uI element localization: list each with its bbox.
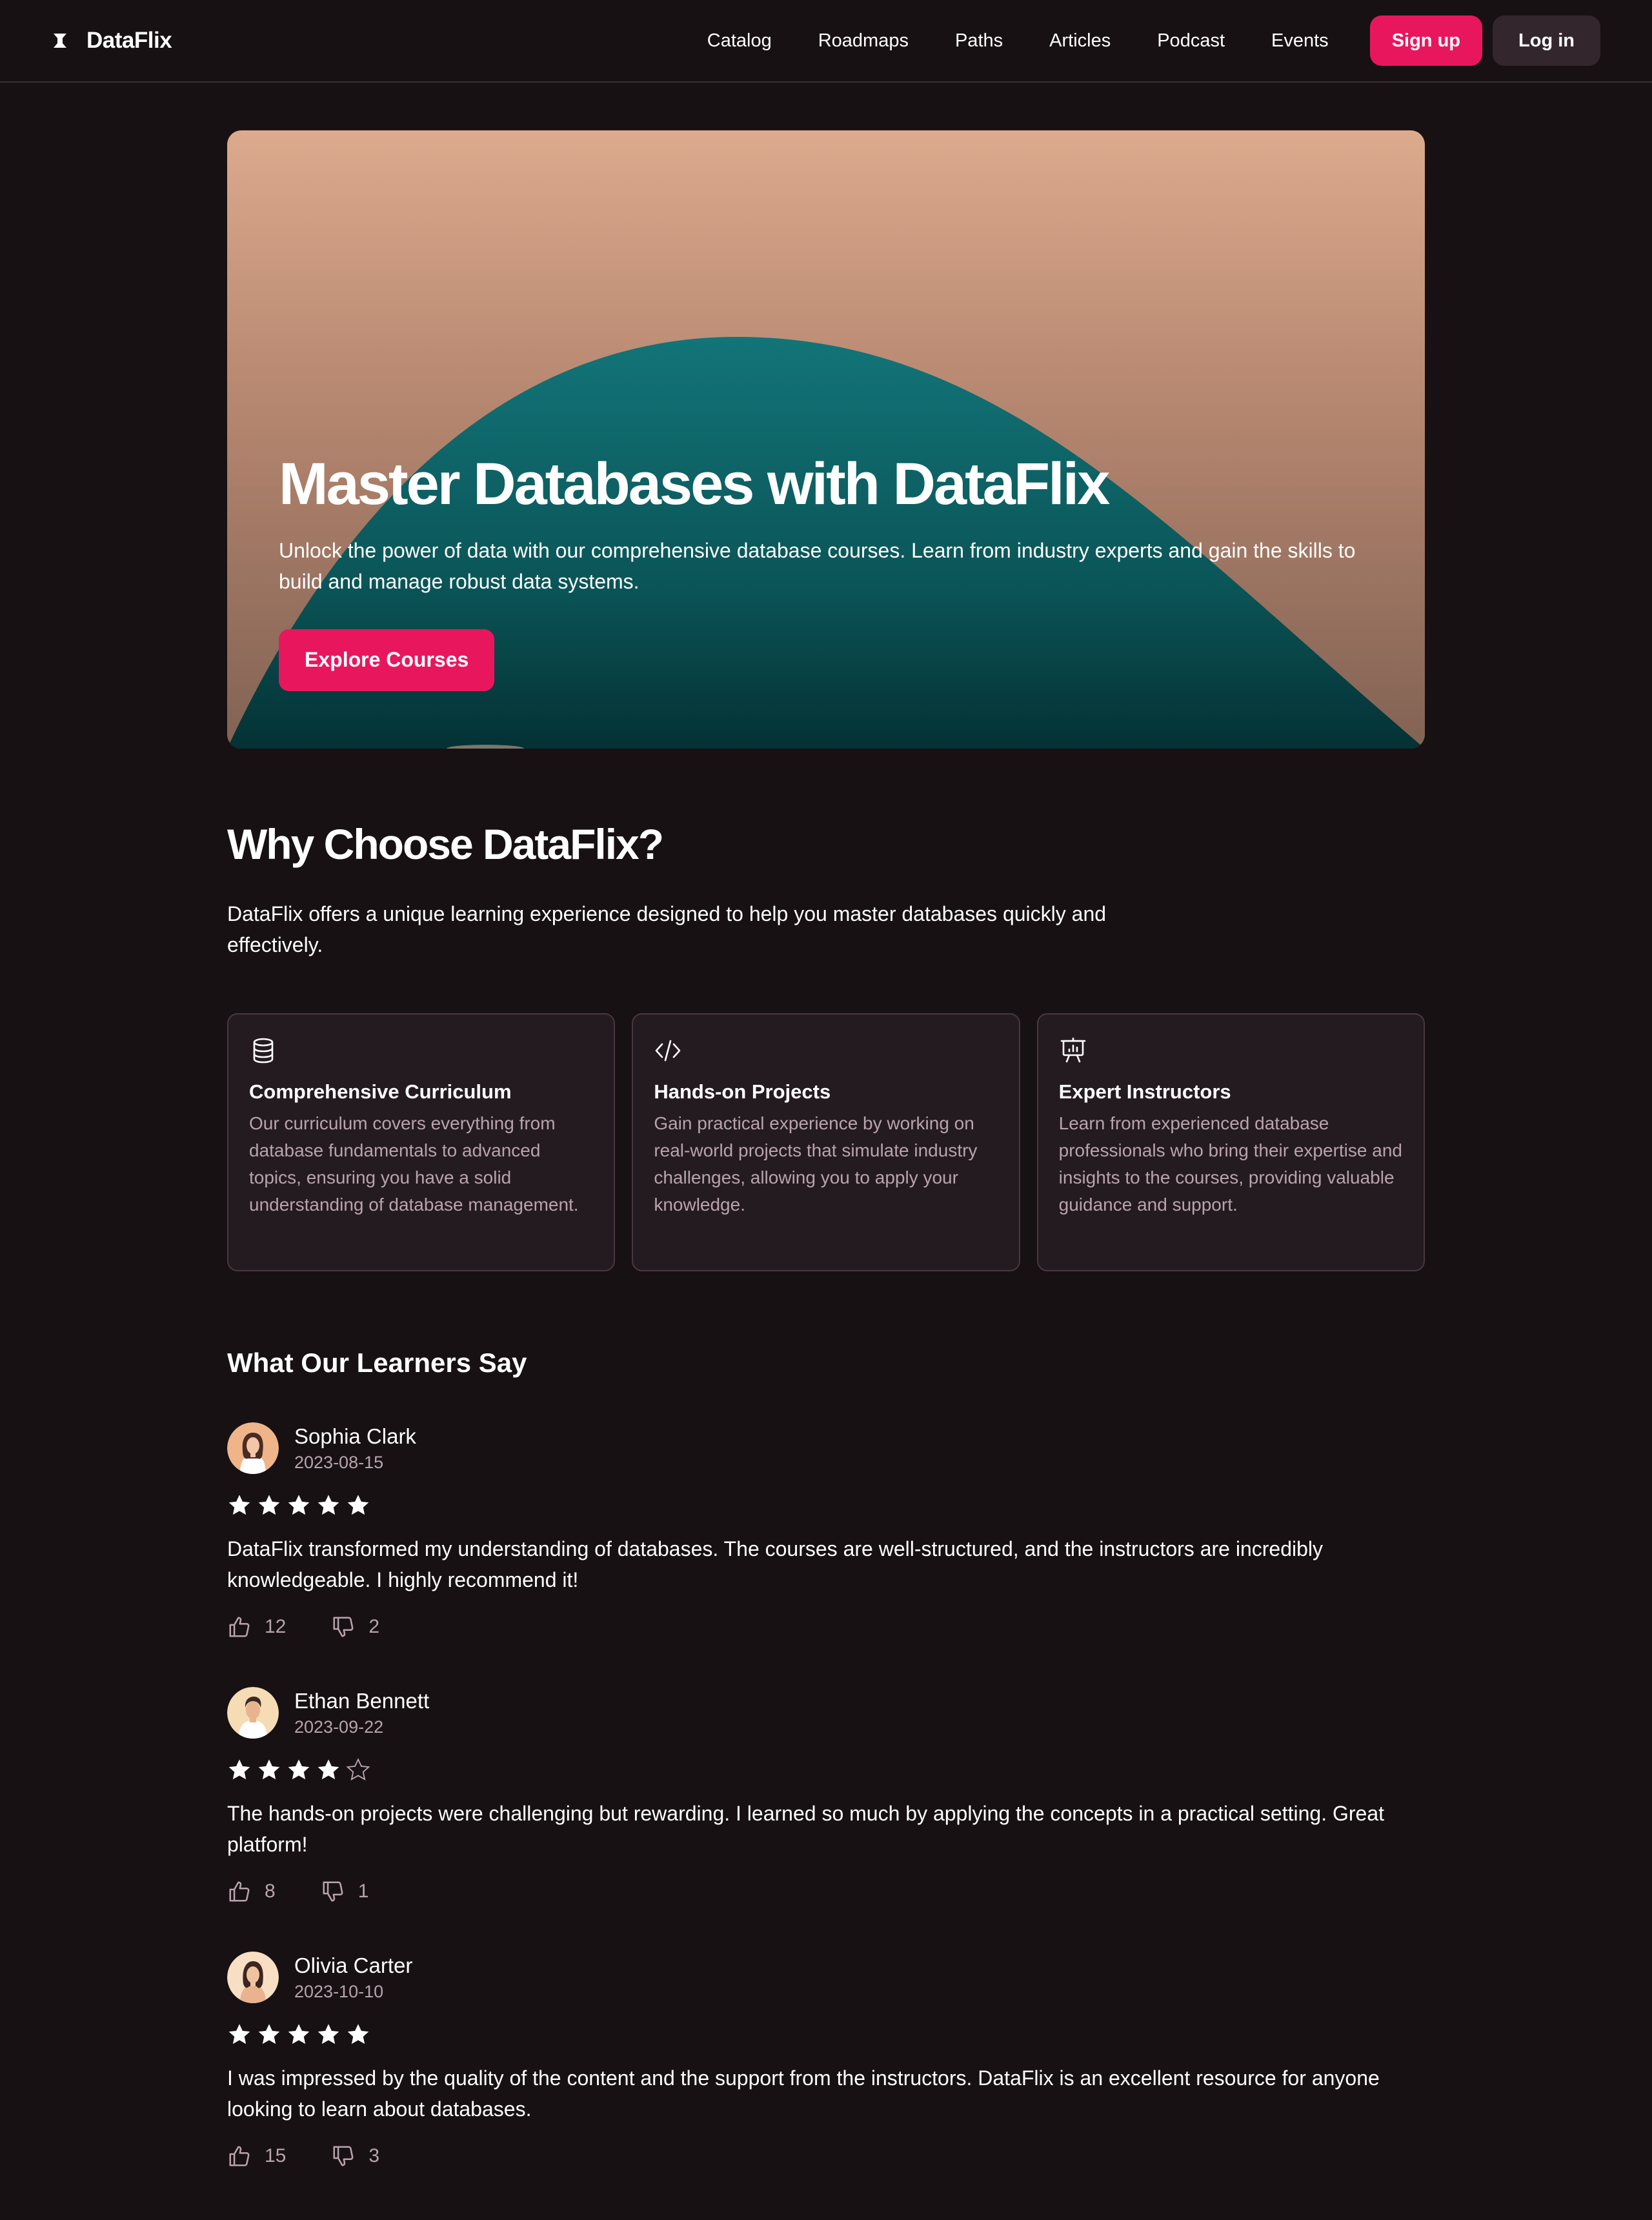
review-date: 2023-10-10 xyxy=(294,1982,384,2001)
like-button[interactable]: 12 xyxy=(227,1615,286,1639)
signup-button[interactable]: Sign up xyxy=(1369,15,1483,66)
main-nav: Catalog Roadmaps Paths Articles Podcast … xyxy=(707,15,1600,66)
review-votes: 8 1 xyxy=(227,1879,1425,1904)
nav-link-events[interactable]: Events xyxy=(1271,30,1329,52)
explore-courses-button[interactable]: Explore Courses xyxy=(279,629,495,691)
like-count: 8 xyxy=(265,1881,276,1902)
dislike-count: 1 xyxy=(358,1881,369,1902)
review-header: Sophia Clark 2023-08-15 xyxy=(227,1422,1425,1474)
star-filled-icon xyxy=(347,2024,369,2044)
review-card: Ethan Bennett 2023-09-22 The hands-on pr… xyxy=(227,1687,1425,1904)
review-header: Olivia Carter 2023-10-10 xyxy=(227,1952,1425,2003)
site-header: DataFlix Catalog Roadmaps Paths Articles… xyxy=(0,0,1652,83)
review-text: I was impressed by the quality of the co… xyxy=(227,2066,1380,2121)
hero-title: Master Databases with DataFlix xyxy=(279,451,1110,517)
thumbs-up-icon xyxy=(229,2146,250,2166)
database-icon xyxy=(253,1038,274,1064)
review-card: Olivia Carter 2023-10-10 I was impressed… xyxy=(227,1952,1425,2168)
review-date: 2023-08-15 xyxy=(294,1453,384,1472)
hourglass-logo-icon xyxy=(54,34,66,48)
star-filled-icon xyxy=(317,1495,339,1515)
reviews-title: What Our Learners Say xyxy=(227,1347,527,1378)
nav-link-podcast[interactable]: Podcast xyxy=(1157,30,1225,52)
feature-card-curriculum: Comprehensive Curriculum Our curriculum … xyxy=(227,1013,616,1271)
star-filled-icon xyxy=(228,2024,250,2044)
feature-text: Learn from experienced database professi… xyxy=(1058,1113,1402,1215)
star-empty-icon xyxy=(346,1758,370,1781)
nav-link-articles[interactable]: Articles xyxy=(1049,30,1111,52)
star-filled-icon xyxy=(288,2024,310,2044)
presentation-icon xyxy=(1060,1037,1085,1063)
reviewer-info: Olivia Carter 2023-10-10 xyxy=(294,1953,412,2003)
reviewer-name: Sophia Clark xyxy=(294,1424,416,1448)
thumbs-up-icon xyxy=(229,1881,250,1902)
dislike-button[interactable]: 1 xyxy=(321,1879,369,1904)
review-header: Ethan Bennett 2023-09-22 xyxy=(227,1687,1425,1739)
brand[interactable]: DataFlix xyxy=(52,28,172,54)
feature-title: Comprehensive Curriculum xyxy=(249,1080,512,1103)
feature-title: Hands-on Projects xyxy=(654,1080,831,1103)
login-button[interactable]: Log in xyxy=(1493,15,1600,66)
reviewer-name: Olivia Carter xyxy=(294,1953,413,1977)
review-votes: 15 3 xyxy=(227,2144,1425,2168)
star-filled-icon xyxy=(317,1759,339,1780)
thumbs-down-icon xyxy=(323,1881,343,1902)
avatar xyxy=(227,1687,279,1739)
rating-stars xyxy=(227,2023,1425,2047)
like-count: 12 xyxy=(265,1616,287,1637)
avatar xyxy=(227,1952,279,2003)
feature-text: Gain practical experience by working on … xyxy=(654,1113,978,1215)
star-filled-icon xyxy=(258,1495,280,1515)
feature-title: Expert Instructors xyxy=(1058,1080,1231,1103)
like-count: 15 xyxy=(265,2145,287,2166)
rating-stars xyxy=(227,1493,1425,1518)
hero-content: Master Databases with DataFlix Unlock th… xyxy=(279,453,1389,691)
review-text: The hands-on projects were challenging b… xyxy=(227,1802,1385,1856)
code-icon xyxy=(656,1040,681,1062)
star-filled-icon xyxy=(228,1759,250,1780)
thumbs-down-icon xyxy=(333,2146,354,2166)
nav-link-paths[interactable]: Paths xyxy=(955,30,1003,52)
nav-link-roadmaps[interactable]: Roadmaps xyxy=(818,30,909,52)
avatar xyxy=(227,1422,279,1474)
like-button[interactable]: 8 xyxy=(227,1879,276,1904)
star-filled-icon xyxy=(288,1759,310,1780)
nav-link-catalog[interactable]: Catalog xyxy=(707,30,772,52)
thumbs-down-icon xyxy=(333,1617,354,1637)
review-text: DataFlix transformed my understanding of… xyxy=(227,1537,1323,1591)
star-filled-icon xyxy=(317,2024,339,2044)
like-button[interactable]: 15 xyxy=(227,2144,286,2168)
dislike-button[interactable]: 3 xyxy=(331,2144,379,2168)
reviewer-name: Ethan Bennett xyxy=(294,1689,430,1713)
dislike-count: 2 xyxy=(368,1616,380,1637)
star-filled-icon xyxy=(347,1495,369,1515)
why-section-title: Why Choose DataFlix? xyxy=(227,820,664,868)
brand-name: DataFlix xyxy=(86,28,172,53)
review-card: Sophia Clark 2023-08-15 DataFlix transfo… xyxy=(227,1422,1425,1639)
dislike-count: 3 xyxy=(368,2145,380,2166)
thumbs-up-icon xyxy=(229,1617,250,1637)
dislike-button[interactable]: 2 xyxy=(331,1615,379,1639)
feature-cards: Comprehensive Curriculum Our curriculum … xyxy=(227,1013,1425,1271)
hero-subtitle: Unlock the power of data with our compre… xyxy=(279,538,1356,593)
star-filled-icon xyxy=(228,1495,250,1515)
hero-banner: Master Databases with DataFlix Unlock th… xyxy=(227,130,1425,749)
feature-text: Our curriculum covers everything from da… xyxy=(249,1113,579,1215)
review-date: 2023-09-22 xyxy=(294,1717,384,1737)
star-filled-icon xyxy=(288,1495,310,1515)
star-filled-icon xyxy=(258,1759,280,1780)
why-section-description: DataFlix offers a unique learning experi… xyxy=(227,902,1107,956)
rating-stars xyxy=(227,1758,1425,1782)
reviewer-info: Sophia Clark 2023-08-15 xyxy=(294,1424,416,1474)
star-filled-icon xyxy=(258,2024,280,2044)
reviewer-info: Ethan Bennett 2023-09-22 xyxy=(294,1688,429,1739)
feature-card-instructors: Expert Instructors Learn from experience… xyxy=(1036,1013,1425,1271)
feature-card-projects: Hands-on Projects Gain practical experie… xyxy=(632,1013,1020,1271)
review-votes: 12 2 xyxy=(227,1615,1425,1639)
